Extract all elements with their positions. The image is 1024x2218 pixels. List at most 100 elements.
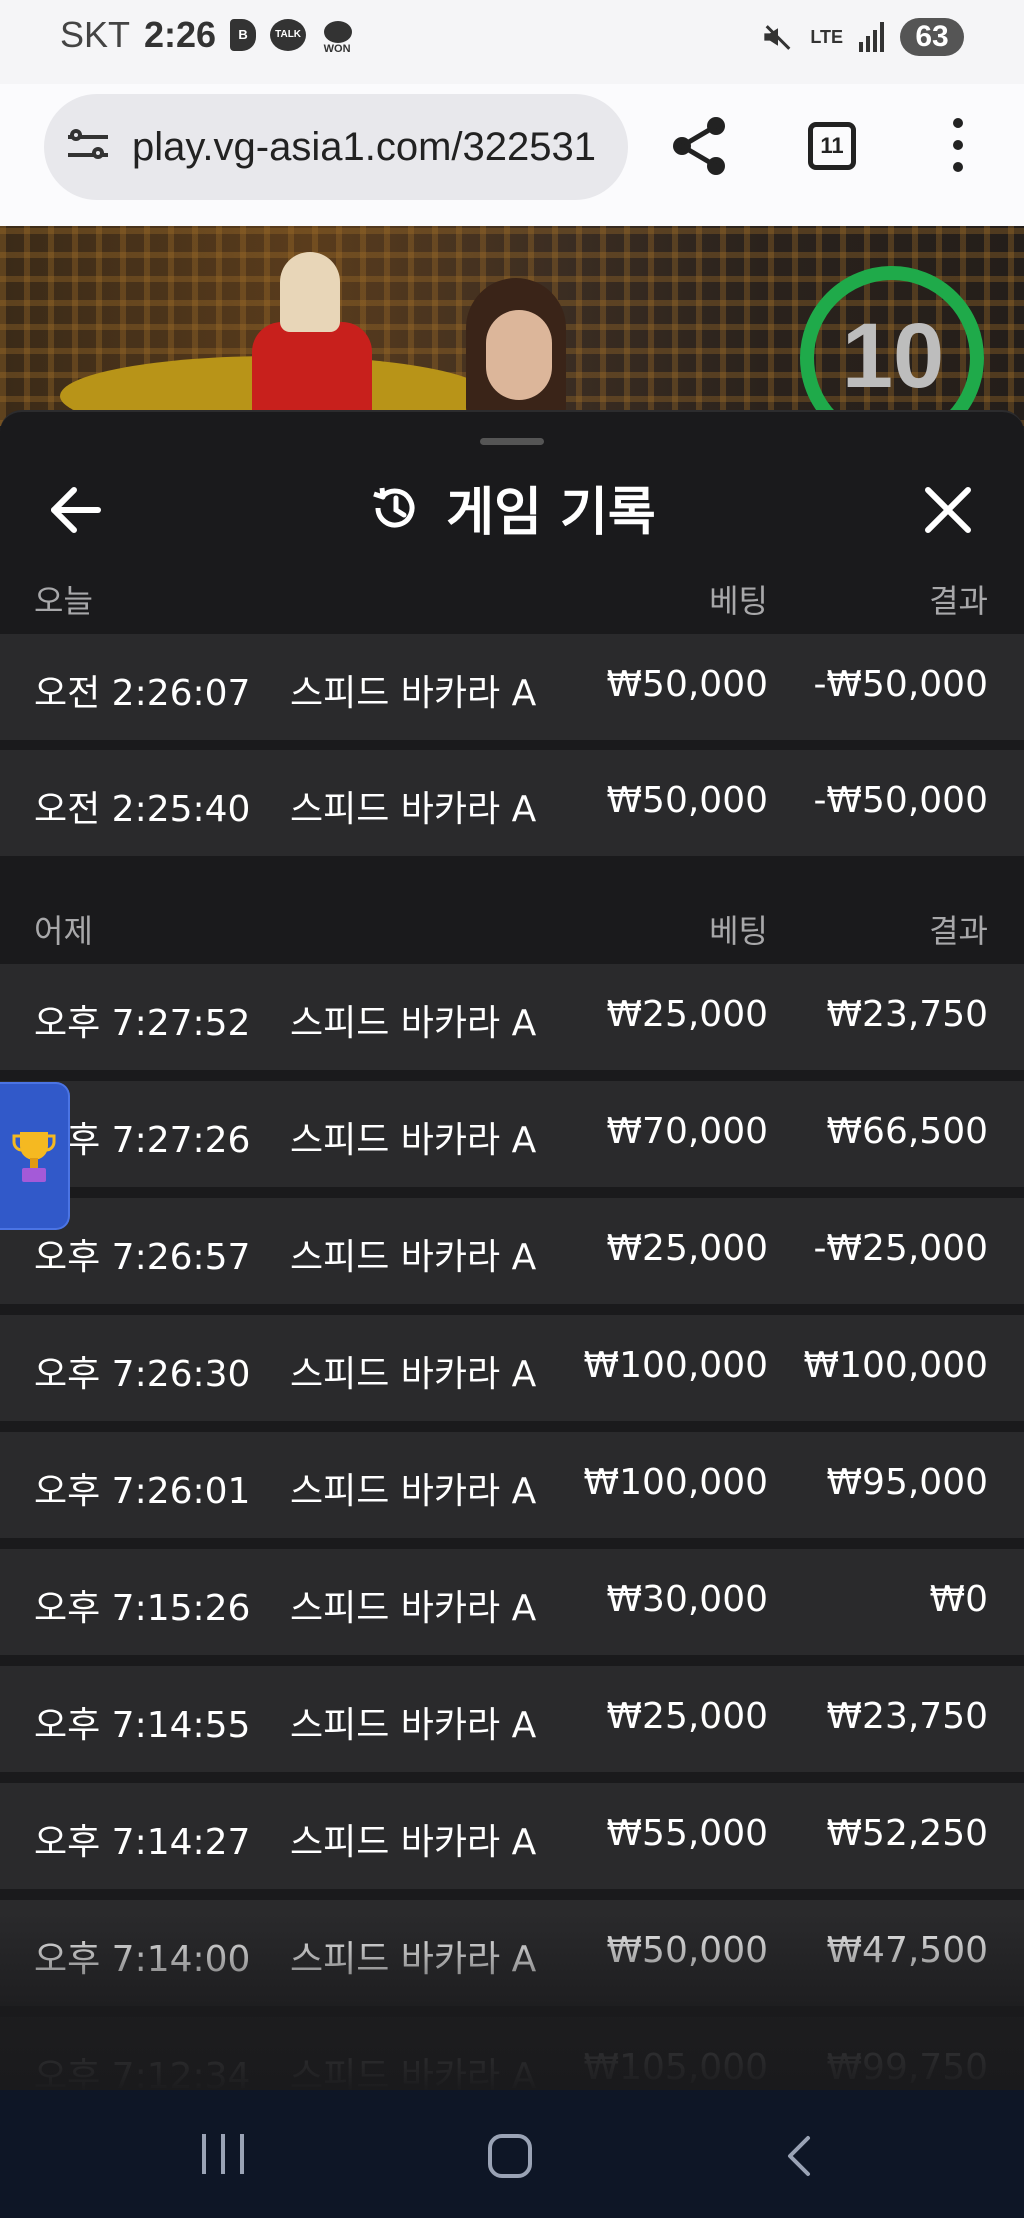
row-result: ₩0 — [929, 1579, 989, 1620]
history-row[interactable]: 오후 7:12:34 스피드 바카라 A ₩105,000 ₩99,750 — [0, 2017, 1024, 2090]
section-header-yesterday: 어제 베팅 결과 — [0, 888, 1024, 960]
won-app-icon: WON — [320, 19, 354, 55]
row-result: -₩25,000 — [813, 1228, 988, 1269]
row-time: 오후 7:27:52 — [34, 1003, 251, 1044]
history-row[interactable]: 오후 7:14:55 스피드 바카라 A ₩25,000 ₩23,750 — [0, 1666, 1024, 1772]
close-icon[interactable] — [918, 480, 978, 540]
nav-home-icon[interactable] — [488, 2134, 532, 2178]
section-day-label: 어제 — [34, 912, 93, 950]
sheet-title: 게임 기록 — [446, 483, 656, 543]
row-bet: ₩50,000 — [606, 664, 768, 705]
row-result: ₩52,250 — [826, 1813, 988, 1854]
status-left: SKT 2:26 B TALK WON — [60, 14, 354, 56]
row-time: 오후 7:14:27 — [34, 1822, 251, 1863]
signal-icon — [859, 22, 884, 52]
history-row[interactable]: 오전 2:26:07 스피드 바카라 A ₩50,000 -₩50,000 — [0, 634, 1024, 740]
nav-recent-icon[interactable] — [202, 2134, 244, 2174]
browser-toolbar: play.vg-asia1.com/322531 11 — [0, 84, 1024, 226]
sheet-header: 게임 기록 — [0, 462, 1024, 552]
row-bet: ₩30,000 — [606, 1579, 768, 1620]
row-result: ₩99,750 — [826, 2047, 988, 2088]
row-result: ₩66,500 — [826, 1111, 988, 1152]
countdown-number: 10 — [841, 305, 945, 407]
history-row[interactable]: 오후 7:27:26 스피드 바카라 A ₩70,000 ₩66,500 — [0, 1081, 1024, 1187]
row-time: 오후 7:26:01 — [34, 1471, 251, 1512]
row-game: 스피드 바카라 A — [290, 1120, 537, 1161]
history-row[interactable]: 오후 7:15:26 스피드 바카라 A ₩30,000 ₩0 — [0, 1549, 1024, 1655]
video-dealer-head — [280, 252, 340, 332]
row-time: 오후 7:14:00 — [34, 1939, 251, 1980]
row-time: 오후 7:12:34 — [34, 2056, 251, 2090]
history-icon — [373, 487, 415, 528]
row-game: 스피드 바카라 A — [290, 1354, 537, 1395]
url-text[interactable]: play.vg-asia1.com/322531 — [132, 125, 596, 170]
nav-back-icon[interactable] — [780, 2134, 820, 2178]
battery-indicator: 63 — [900, 18, 964, 56]
history-row[interactable]: 오후 7:26:30 스피드 바카라 A ₩100,000 ₩100,000 — [0, 1315, 1024, 1421]
row-result: ₩100,000 — [803, 1345, 988, 1386]
row-game: 스피드 바카라 A — [290, 1237, 537, 1278]
row-game: 스피드 바카라 A — [290, 1588, 537, 1629]
sheet-drag-handle[interactable] — [480, 438, 544, 445]
row-bet: ₩25,000 — [606, 994, 768, 1035]
sheet-title-group: 게임 기록 — [0, 470, 1024, 545]
b-app-icon: B — [230, 19, 257, 51]
row-bet: ₩55,000 — [606, 1813, 768, 1854]
row-game: 스피드 바카라 A — [290, 1471, 537, 1512]
row-time: 오전 2:26:07 — [34, 673, 251, 714]
lte-indicator: LTE — [810, 27, 843, 47]
row-result: ₩23,750 — [826, 994, 988, 1035]
clock: 2:26 — [144, 14, 217, 55]
row-time: 오후 7:15:26 — [34, 1588, 251, 1629]
mute-icon — [760, 20, 794, 54]
bet-column-header: 베팅 — [709, 582, 768, 620]
system-nav-bar — [0, 2090, 1024, 2218]
history-row[interactable]: 오후 7:27:52 스피드 바카라 A ₩25,000 ₩23,750 — [0, 964, 1024, 1070]
result-column-header: 결과 — [929, 582, 988, 620]
tabs-icon[interactable]: 11 — [808, 122, 856, 170]
row-game: 스피드 바카라 A — [290, 1705, 537, 1746]
row-result: ₩47,500 — [826, 1930, 988, 1971]
leaderboard-tab[interactable] — [0, 1082, 70, 1230]
address-bar[interactable]: play.vg-asia1.com/322531 — [44, 94, 628, 200]
row-game: 스피드 바카라 A — [290, 2056, 537, 2090]
row-time: 오후 7:14:55 — [34, 1705, 251, 1746]
row-time: 오후 7:26:57 — [34, 1237, 251, 1278]
talk-app-icon: TALK — [270, 19, 307, 51]
row-time: 오전 2:25:40 — [34, 789, 251, 830]
more-icon[interactable] — [950, 118, 966, 174]
row-result: ₩23,750 — [826, 1696, 988, 1737]
status-right: LTE 63 — [760, 18, 964, 56]
tune-icon[interactable] — [68, 127, 112, 167]
video-dealer-body — [252, 322, 372, 412]
history-row[interactable]: 오전 2:25:40 스피드 바카라 A ₩50,000 -₩50,000 — [0, 750, 1024, 856]
carrier-label: SKT — [60, 14, 131, 55]
row-time: 오후 7:26:30 — [34, 1354, 251, 1395]
row-result: ₩95,000 — [826, 1462, 988, 1503]
history-row[interactable]: 오후 7:26:01 스피드 바카라 A ₩100,000 ₩95,000 — [0, 1432, 1024, 1538]
row-bet: ₩50,000 — [606, 1930, 768, 1971]
row-result: -₩50,000 — [813, 780, 988, 821]
bet-column-header: 베팅 — [709, 912, 768, 950]
section-day-label: 오늘 — [34, 582, 93, 620]
row-bet: ₩100,000 — [583, 1462, 768, 1503]
row-bet: ₩25,000 — [606, 1696, 768, 1737]
share-icon[interactable] — [670, 114, 730, 178]
row-bet: ₩50,000 — [606, 780, 768, 821]
history-row[interactable]: 오후 7:26:57 스피드 바카라 A ₩25,000 -₩25,000 — [0, 1198, 1024, 1304]
row-bet: ₩100,000 — [583, 1345, 768, 1386]
row-game: 스피드 바카라 A — [290, 1822, 537, 1863]
section-header-today: 오늘 베팅 결과 — [0, 558, 1024, 630]
row-game: 스피드 바카라 A — [290, 1003, 537, 1044]
row-bet: ₩70,000 — [606, 1111, 768, 1152]
row-game: 스피드 바카라 A — [290, 673, 537, 714]
game-history-sheet: 게임 기록 오늘 베팅 결과 오전 2:26:07 스피드 바카라 A ₩50,… — [0, 410, 1024, 2090]
history-row[interactable]: 오후 7:14:00 스피드 바카라 A ₩50,000 ₩47,500 — [0, 1900, 1024, 2006]
video-dealer2-face — [486, 310, 552, 400]
live-video: 10 — [0, 226, 1024, 426]
history-row[interactable]: 오후 7:14:27 스피드 바카라 A ₩55,000 ₩52,250 — [0, 1783, 1024, 1889]
result-column-header: 결과 — [929, 912, 988, 950]
row-result: -₩50,000 — [813, 664, 988, 705]
row-game: 스피드 바카라 A — [290, 1939, 537, 1980]
row-bet: ₩25,000 — [606, 1228, 768, 1269]
